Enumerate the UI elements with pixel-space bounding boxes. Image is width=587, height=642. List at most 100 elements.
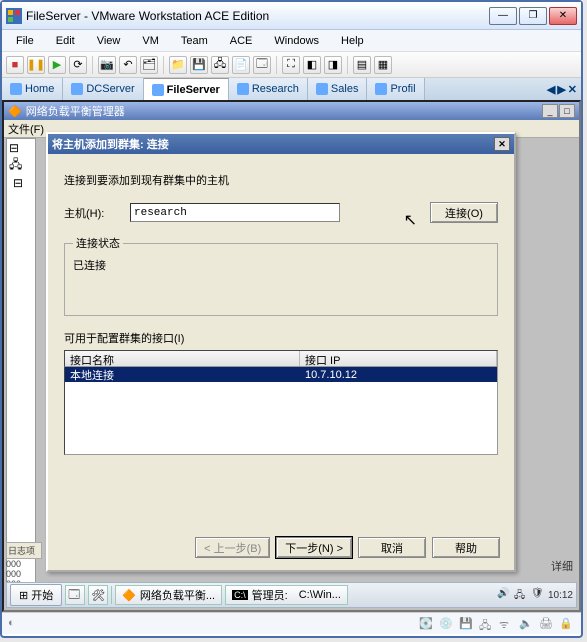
tab-fileserver[interactable]: FileServer bbox=[144, 78, 229, 100]
wizard-dialog: 将主机添加到群集: 连接 ✕ 连接到要添加到现有群集中的主机 主机(H): 连接… bbox=[46, 132, 516, 572]
thumbnail-icon[interactable]: ▦ bbox=[374, 56, 392, 74]
vmware-title: FileServer - VMware Workstation ACE Edit… bbox=[26, 9, 489, 23]
sidebar-icon[interactable]: ▤ bbox=[353, 56, 371, 74]
vmware-toolbar: ■ ❚❚ ▶ ⟳ 📷 ↶ 🗂 📁 💾 🖧 📄 🗔 ⛶ ◧ ◨ ▤ ▦ bbox=[2, 52, 581, 78]
usb-icon[interactable]: ᯤ bbox=[499, 617, 515, 631]
col-interface-name[interactable]: 接口名称 bbox=[65, 351, 300, 366]
tool-icon[interactable]: 📄 bbox=[232, 56, 250, 74]
host-input[interactable] bbox=[130, 203, 340, 222]
tab-close-icon[interactable]: ✕ bbox=[568, 83, 577, 96]
cluster-icon[interactable]: ⊟ 🖧 bbox=[9, 141, 33, 176]
fullscreen-icon[interactable]: ⛶ bbox=[282, 56, 300, 74]
show-desktop-icon[interactable]: 🗔 bbox=[65, 585, 85, 605]
hdd-icon[interactable]: 💽 bbox=[419, 617, 435, 631]
tab-research[interactable]: Research bbox=[229, 78, 308, 100]
taskbar-app-nlb[interactable]: 🔶 网络负载平衡... bbox=[115, 585, 222, 605]
tray-flag-icon[interactable]: 🔊 bbox=[497, 588, 511, 602]
play-icon[interactable]: ▶ bbox=[48, 56, 66, 74]
nlb-maximize-button[interactable]: □ bbox=[559, 104, 575, 118]
cd-icon[interactable]: 💿 bbox=[439, 617, 455, 631]
tab-profil[interactable]: Profil bbox=[367, 78, 424, 100]
interface-list[interactable]: 本地连接 10.7.10.12 bbox=[64, 367, 498, 455]
vm-tab-bar: Home DCServer FileServer Research Sales … bbox=[2, 78, 581, 100]
unity-icon[interactable]: ◧ bbox=[303, 56, 321, 74]
back-button[interactable]: < 上一步(B) bbox=[195, 537, 270, 558]
cancel-button[interactable]: 取消 bbox=[358, 537, 426, 558]
maximize-button[interactable]: ❐ bbox=[519, 7, 547, 25]
window-controls: — ❐ ✕ bbox=[489, 7, 577, 25]
host-icon[interactable]: ⊟ bbox=[13, 176, 33, 190]
toolbar-separator bbox=[92, 56, 93, 74]
detail-label: 详细 bbox=[551, 558, 573, 574]
nlb-menu-file[interactable]: 文件(F) bbox=[8, 121, 44, 137]
menu-file[interactable]: File bbox=[6, 33, 44, 49]
view-icon[interactable]: ◨ bbox=[324, 56, 342, 74]
interface-list-header: 接口名称 接口 IP bbox=[64, 350, 498, 367]
tab-scroll: ◀ ▶ ✕ bbox=[547, 78, 581, 100]
start-button[interactable]: ⊞ 开始 bbox=[10, 584, 62, 606]
vmware-menubar: File Edit View VM Team ACE Windows Help bbox=[2, 30, 581, 52]
menu-ace[interactable]: ACE bbox=[220, 33, 263, 49]
taskbar-app-cmd[interactable]: C:\ 管理员: C:\Win... bbox=[225, 585, 348, 605]
tool-icon[interactable]: 🖧 bbox=[211, 56, 229, 74]
tab-sales[interactable]: Sales bbox=[308, 78, 368, 100]
row-iface-ip: 10.7.10.12 bbox=[300, 369, 497, 381]
power-off-icon[interactable]: ■ bbox=[6, 56, 24, 74]
connect-button[interactable]: 连接(O) bbox=[430, 202, 498, 223]
nic-icon[interactable]: 🖧 bbox=[479, 617, 495, 631]
printer-icon[interactable]: 🖨 bbox=[539, 617, 555, 631]
log-row: 000 bbox=[6, 569, 42, 579]
host-row: 主机(H): 连接(O) bbox=[64, 202, 498, 223]
guest-area: 🔶 网络负载平衡管理器 _ □ 文件(F) ⊟ 🖧 ⊟ 将主机添加到群集: 连接 bbox=[2, 100, 581, 612]
interface-row[interactable]: 本地连接 10.7.10.12 bbox=[65, 367, 497, 382]
dialog-close-button[interactable]: ✕ bbox=[494, 137, 510, 151]
dialog-titlebar: 将主机添加到群集: 连接 ✕ bbox=[48, 134, 514, 154]
menu-windows[interactable]: Windows bbox=[264, 33, 329, 49]
tab-home[interactable]: Home bbox=[2, 78, 63, 100]
log-row: 000 bbox=[6, 559, 42, 569]
next-button[interactable]: 下一步(N) > bbox=[276, 537, 352, 558]
pause-icon[interactable]: ❚❚ bbox=[27, 56, 45, 74]
tool-icon[interactable]: 📁 bbox=[169, 56, 187, 74]
tab-right-icon[interactable]: ▶ bbox=[557, 83, 565, 96]
tray-clock[interactable]: 10:12 bbox=[548, 590, 573, 601]
menu-team[interactable]: Team bbox=[171, 33, 218, 49]
nlb-tree[interactable]: ⊟ 🖧 ⊟ bbox=[6, 138, 36, 594]
dialog-title: 将主机添加到群集: 连接 bbox=[52, 136, 169, 152]
nlb-taskbar-icon: 🔶 bbox=[122, 589, 136, 602]
tray-shield-icon[interactable]: 🛡 bbox=[531, 588, 545, 602]
nlb-minimize-button[interactable]: _ bbox=[542, 104, 558, 118]
sound-icon[interactable]: 🔈 bbox=[519, 617, 535, 631]
col-interface-ip[interactable]: 接口 IP bbox=[300, 351, 497, 366]
close-button[interactable]: ✕ bbox=[549, 7, 577, 25]
help-button[interactable]: 帮助 bbox=[432, 537, 500, 558]
toolbar-separator bbox=[163, 56, 164, 74]
screen-icon bbox=[316, 83, 328, 95]
status-legend: 连接状态 bbox=[73, 235, 123, 251]
lock-icon[interactable]: 🔒 bbox=[559, 617, 575, 631]
snapshot-manager-icon[interactable]: 🗂 bbox=[140, 56, 158, 74]
tab-dcserver[interactable]: DCServer bbox=[63, 78, 143, 100]
right-panel: 详细 bbox=[547, 138, 577, 594]
tab-left-icon[interactable]: ◀ bbox=[547, 83, 555, 96]
minimize-button[interactable]: — bbox=[489, 7, 517, 25]
tray-network-icon[interactable]: 🖧 bbox=[514, 588, 528, 602]
menu-view[interactable]: View bbox=[87, 33, 131, 49]
taskbar-separator bbox=[111, 586, 112, 604]
dialog-instruction: 连接到要添加到现有群集中的主机 bbox=[64, 172, 498, 188]
server-manager-icon[interactable]: 🛠 bbox=[88, 585, 108, 605]
menu-help[interactable]: Help bbox=[331, 33, 374, 49]
guest-desktop: 🔶 网络负载平衡管理器 _ □ 文件(F) ⊟ 🖧 ⊟ 将主机添加到群集: 连接 bbox=[2, 100, 581, 612]
nlb-body: ⊟ 🖧 ⊟ 将主机添加到群集: 连接 ✕ 连接到要添加到现有群集中的主机 主机(… bbox=[4, 138, 579, 594]
screen-icon bbox=[375, 83, 387, 95]
dialog-body: 连接到要添加到现有群集中的主机 主机(H): 连接(O) 连接状态 已连接 可用… bbox=[48, 154, 514, 465]
menu-vm[interactable]: VM bbox=[132, 33, 169, 49]
revert-icon[interactable]: ↶ bbox=[119, 56, 137, 74]
guest-taskbar: ⊞ 开始 🗔 🛠 🔶 网络负载平衡... C:\ 管理员: C:\Win... … bbox=[6, 582, 577, 608]
snapshot-icon[interactable]: 📷 bbox=[98, 56, 116, 74]
tool-icon[interactable]: 🗔 bbox=[253, 56, 271, 74]
reset-icon[interactable]: ⟳ bbox=[69, 56, 87, 74]
menu-edit[interactable]: Edit bbox=[46, 33, 85, 49]
tool-icon[interactable]: 💾 bbox=[190, 56, 208, 74]
floppy-icon[interactable]: 💾 bbox=[459, 617, 475, 631]
